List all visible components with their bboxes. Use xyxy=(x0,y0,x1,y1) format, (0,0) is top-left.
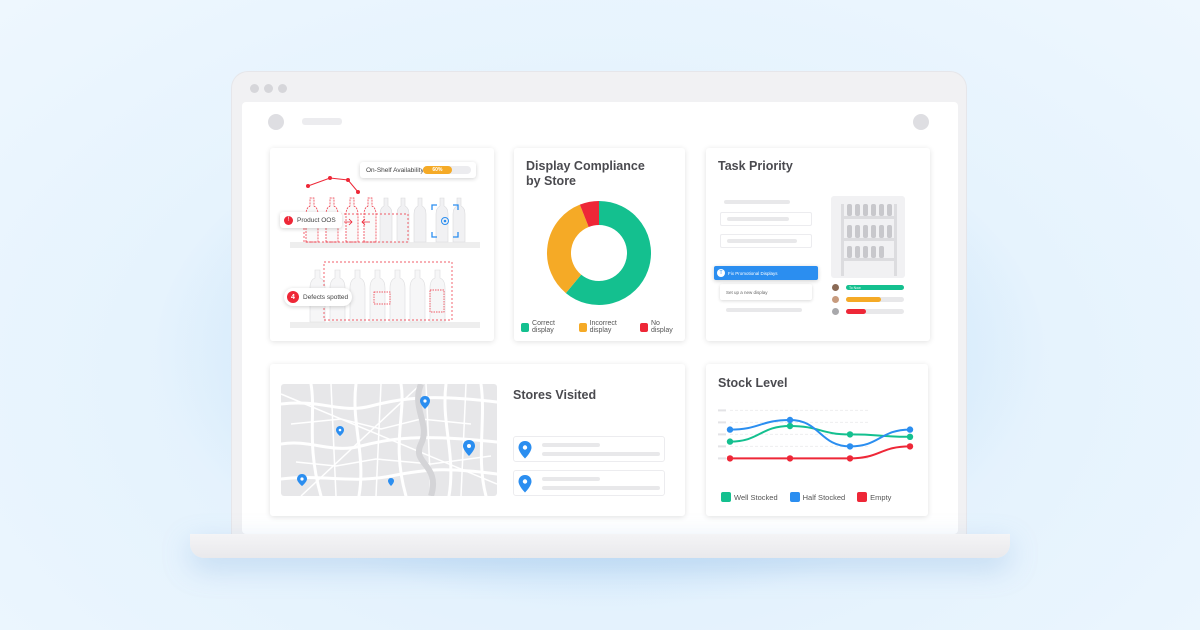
legend-label: Empty xyxy=(870,492,892,502)
shelf-photo xyxy=(831,196,905,278)
location-pin-icon xyxy=(518,441,532,459)
donut-slice-2 xyxy=(579,201,600,228)
stock-level-title: Stock Level xyxy=(718,376,788,390)
data-point-1-2 xyxy=(846,443,854,450)
task-row[interactable] xyxy=(720,234,812,248)
availability-fill: 60% xyxy=(423,166,452,174)
store-list-item[interactable] xyxy=(513,470,665,496)
task-placeholder xyxy=(726,308,802,312)
availability-label: On-Shelf Availability xyxy=(366,166,424,174)
donut-slice-1 xyxy=(547,204,590,294)
series-line-1 xyxy=(729,418,911,448)
legend-label: Incorrect display xyxy=(589,320,617,334)
app-title-placeholder xyxy=(302,118,342,125)
priority-fill: To Now xyxy=(846,285,904,290)
window-dot xyxy=(264,84,273,93)
store-name-placeholder xyxy=(542,477,600,481)
compliance-title-line1: Display Compliance xyxy=(526,159,645,173)
priority-fill xyxy=(846,309,867,314)
legend-swatch xyxy=(857,492,868,502)
legend-label: Well Stocked xyxy=(734,492,778,502)
location-pin-icon xyxy=(518,475,532,493)
series-line-2 xyxy=(730,445,911,460)
availability-track: 60% xyxy=(423,166,471,174)
priority-fill xyxy=(846,297,881,302)
priority-track xyxy=(846,297,904,302)
legend-swatch xyxy=(521,322,530,332)
data-point-0-1 xyxy=(786,422,794,430)
task-placeholder xyxy=(727,217,789,221)
user-avatar xyxy=(832,308,839,315)
legend-label: Half Stocked xyxy=(802,492,846,502)
legend-swatch xyxy=(721,492,731,502)
task-priority-title: Task Priority xyxy=(718,159,793,173)
task-sub-label: Set up a new display xyxy=(726,289,768,295)
stores-visited-title: Stores Visited xyxy=(513,388,597,402)
defects-badge: 4 Defects spotted xyxy=(284,288,352,306)
availability-pill: On-Shelf Availability 60% xyxy=(360,162,476,178)
legend-half-stocked: Half Stocked xyxy=(789,492,846,502)
task-row[interactable]: Set up a new display xyxy=(720,284,812,300)
legend-empty: Empty xyxy=(857,492,891,502)
display-compliance-card[interactable]: Display Compliance by Store Correct disp… xyxy=(514,148,685,341)
task-highlight-label: Fix Promotional Displays xyxy=(728,270,778,276)
legend-incorrect: Incorrect display xyxy=(578,320,635,334)
legend-swatch xyxy=(578,322,587,332)
user-avatar xyxy=(832,284,839,291)
availability-value: 60% xyxy=(432,167,443,173)
stores-map[interactable] xyxy=(281,384,497,496)
data-point-1-0 xyxy=(726,426,734,433)
task-priority-card[interactable]: Task Priority T Fix Promotional Displays… xyxy=(706,148,930,341)
defects-count: 4 xyxy=(287,291,299,303)
legend-well-stocked: Well Stocked xyxy=(721,492,778,502)
stock-line-chart xyxy=(718,409,914,462)
product-oos-badge: ! Product OOS xyxy=(280,212,342,228)
legend-label: Correct display xyxy=(532,320,555,334)
data-point-2-1 xyxy=(786,455,794,462)
legend-label: No display xyxy=(650,320,673,334)
store-list-item[interactable] xyxy=(513,436,665,462)
task-placeholder xyxy=(724,200,790,204)
data-point-0-3 xyxy=(906,433,914,440)
task-placeholder xyxy=(727,239,797,243)
profile-avatar[interactable] xyxy=(913,114,929,130)
defects-label: Defects spotted xyxy=(303,293,349,301)
oos-label: Product OOS xyxy=(297,216,336,224)
app-logo-placeholder xyxy=(268,114,284,130)
stock-legend: Well Stocked Half Stocked Empty xyxy=(721,492,896,502)
legend-none: No display xyxy=(639,320,680,334)
compliance-donut-chart xyxy=(547,201,651,305)
task-row-highlighted[interactable]: T Fix Promotional Displays xyxy=(714,266,818,280)
store-name-placeholder xyxy=(542,443,600,447)
legend-swatch xyxy=(639,322,648,332)
priority-badge-label: To Now xyxy=(849,285,861,290)
warning-icon: ! xyxy=(284,215,293,225)
data-point-2-0 xyxy=(726,455,734,462)
task-avatar-icon: T xyxy=(717,269,725,277)
compliance-title-line2: by Store xyxy=(526,174,577,188)
window-dot xyxy=(250,84,259,93)
priority-track xyxy=(846,309,904,314)
priority-track: To Now xyxy=(846,285,904,290)
data-point-2-3 xyxy=(906,443,914,450)
window-dot xyxy=(278,84,287,93)
store-address-placeholder xyxy=(542,452,660,456)
data-point-1-3 xyxy=(906,426,914,433)
data-point-1-1 xyxy=(786,416,794,424)
data-point-0-0 xyxy=(726,438,734,445)
data-point-2-2 xyxy=(846,455,854,462)
stock-level-card[interactable]: Stock Level Well Stocked Half Stocked Em… xyxy=(706,364,928,516)
task-row[interactable] xyxy=(720,212,812,226)
store-address-placeholder xyxy=(542,486,660,490)
shelf-analysis-card[interactable]: On-Shelf Availability 60% ! Product OOS … xyxy=(270,148,494,341)
compliance-title: Display Compliance by Store xyxy=(526,159,645,189)
compliance-legend: Correct display Incorrect display No dis… xyxy=(521,320,685,334)
laptop-base xyxy=(190,534,1010,558)
stores-visited-card[interactable]: Stores Visited xyxy=(270,364,685,516)
legend-swatch xyxy=(789,492,800,502)
data-point-0-2 xyxy=(846,431,854,438)
legend-correct: Correct display xyxy=(521,320,574,334)
user-avatar xyxy=(832,296,839,303)
